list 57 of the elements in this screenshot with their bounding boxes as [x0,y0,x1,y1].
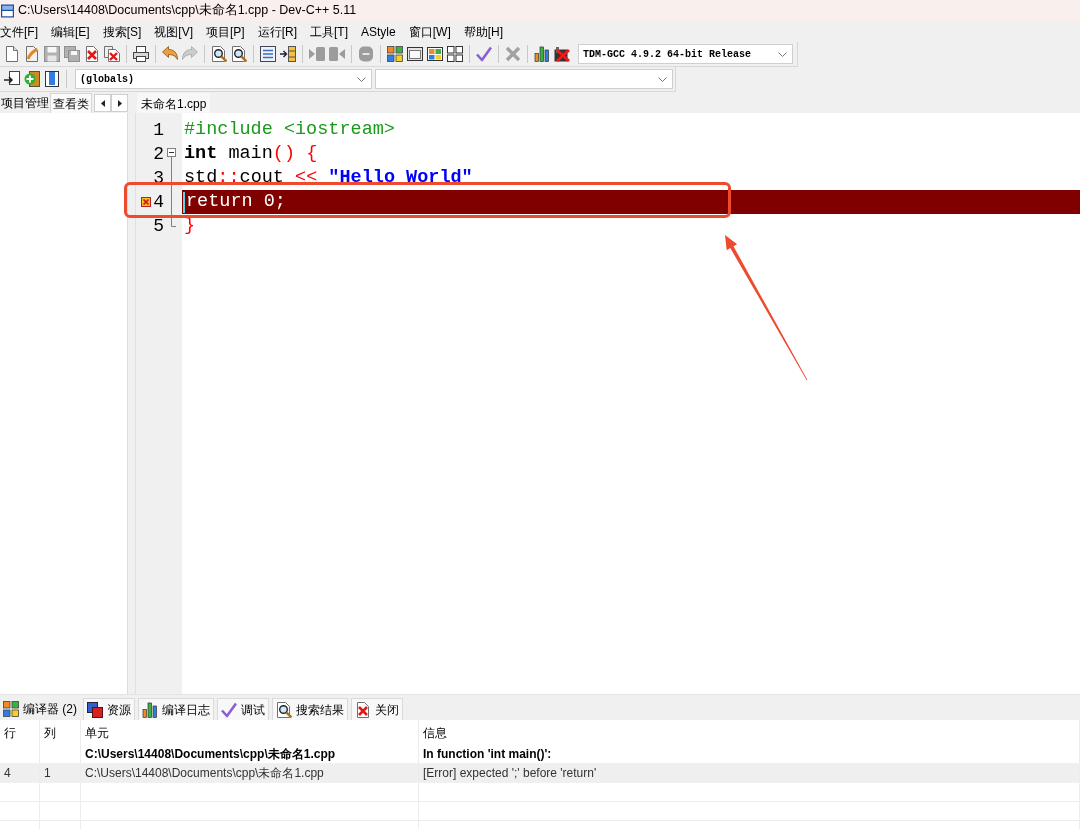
panel-tab[interactable]: 查看类 [50,93,92,113]
checkmark-icon [221,701,237,718]
chevron-down-icon [357,76,366,82]
menu-item[interactable]: 运行[R] [257,25,298,38]
document-close-icon [355,701,371,718]
line-number: 5 [152,217,164,235]
table-cell-text: [Error] expected ';' before 'return' [423,765,597,782]
table-cell-text: 1 [44,765,51,782]
table-cell-text: C:\Users\14408\Documents\cpp\未命名1.cpp [85,765,324,782]
menu-item[interactable]: 搜索[S] [102,25,142,38]
fold-end-icon [171,214,176,227]
panel-tab[interactable]: 搜索结果 [272,698,348,720]
menu-item[interactable]: 窗口[W] [408,25,451,38]
menu-item[interactable]: 帮助[H] [463,25,504,38]
chevron-down-icon [778,51,787,57]
line-number: 1 [152,121,164,139]
table-row[interactable]: C:\Users\14408\Documents\cpp\未命名1.cpp In function 'int main()': [0,745,1080,764]
fold-toggle-icon[interactable] [167,148,176,166]
table-cell-text: C:\Users\14408\Documents\cpp\未命名1.cpp [85,746,336,763]
menu-item[interactable]: 视图[V] [154,25,193,38]
overlapping-squares-icon [87,701,103,718]
panel-tab[interactable]: 资源 [83,698,135,720]
menu-item[interactable]: 编辑[E] [51,25,90,38]
panel-tab[interactable]: 编译日志 [138,698,214,720]
table-row[interactable]: 4 1 C:\Users\14408\Documents\cpp\未命名1.cpp [Error] expected ';' before 'return' [0,764,1080,783]
scroll-right-button[interactable] [111,94,128,112]
bar-chart-icon [142,701,158,718]
magnifier-page-icon [276,701,292,718]
panel-tab[interactable]: 调试 [217,698,269,720]
scroll-left-button[interactable] [94,94,111,112]
code-line: return 0; [185,192,286,212]
code-line: int main() { [183,144,318,164]
scope-dropdown[interactable]: (globals) [75,69,372,89]
compiler-dropdown[interactable]: TDM-GCC 4.9.2 64-bit Release [578,44,793,64]
chevron-down-icon [658,76,667,82]
table-cell-text: 4 [4,765,11,782]
panel-tab[interactable]: 编译器 (2) [0,698,80,720]
menu-item[interactable]: AStyle [361,25,396,38]
caret-right-icon [117,99,122,107]
code-line: #include <iostream> [183,120,395,140]
menu-item[interactable]: 文件[F] [0,25,38,38]
code-line: std::cout << "Hello World" [183,168,473,188]
table-cell-text: In function 'int main()': [423,746,552,763]
panel-tab[interactable]: 关闭 [351,698,403,720]
app-icon [1,3,14,18]
column-header: 单元 [85,724,109,742]
window-title: C:\Users\14408\Documents\cpp\未命名1.cpp - Dev-C++ 5.11 [18,4,357,17]
menu-item[interactable]: 项目[P] [206,25,245,38]
line-number: 2 [152,145,164,163]
editor-tab[interactable]: 未命名1.cpp [137,93,211,113]
grid-icon [3,701,19,717]
column-header: 列 [44,724,56,742]
caret-left-icon [100,99,105,107]
column-header: 行 [4,724,16,742]
column-header: 信息 [423,724,447,742]
menu-item[interactable]: 工具[T] [310,25,349,38]
line-number: 4 [152,193,164,211]
